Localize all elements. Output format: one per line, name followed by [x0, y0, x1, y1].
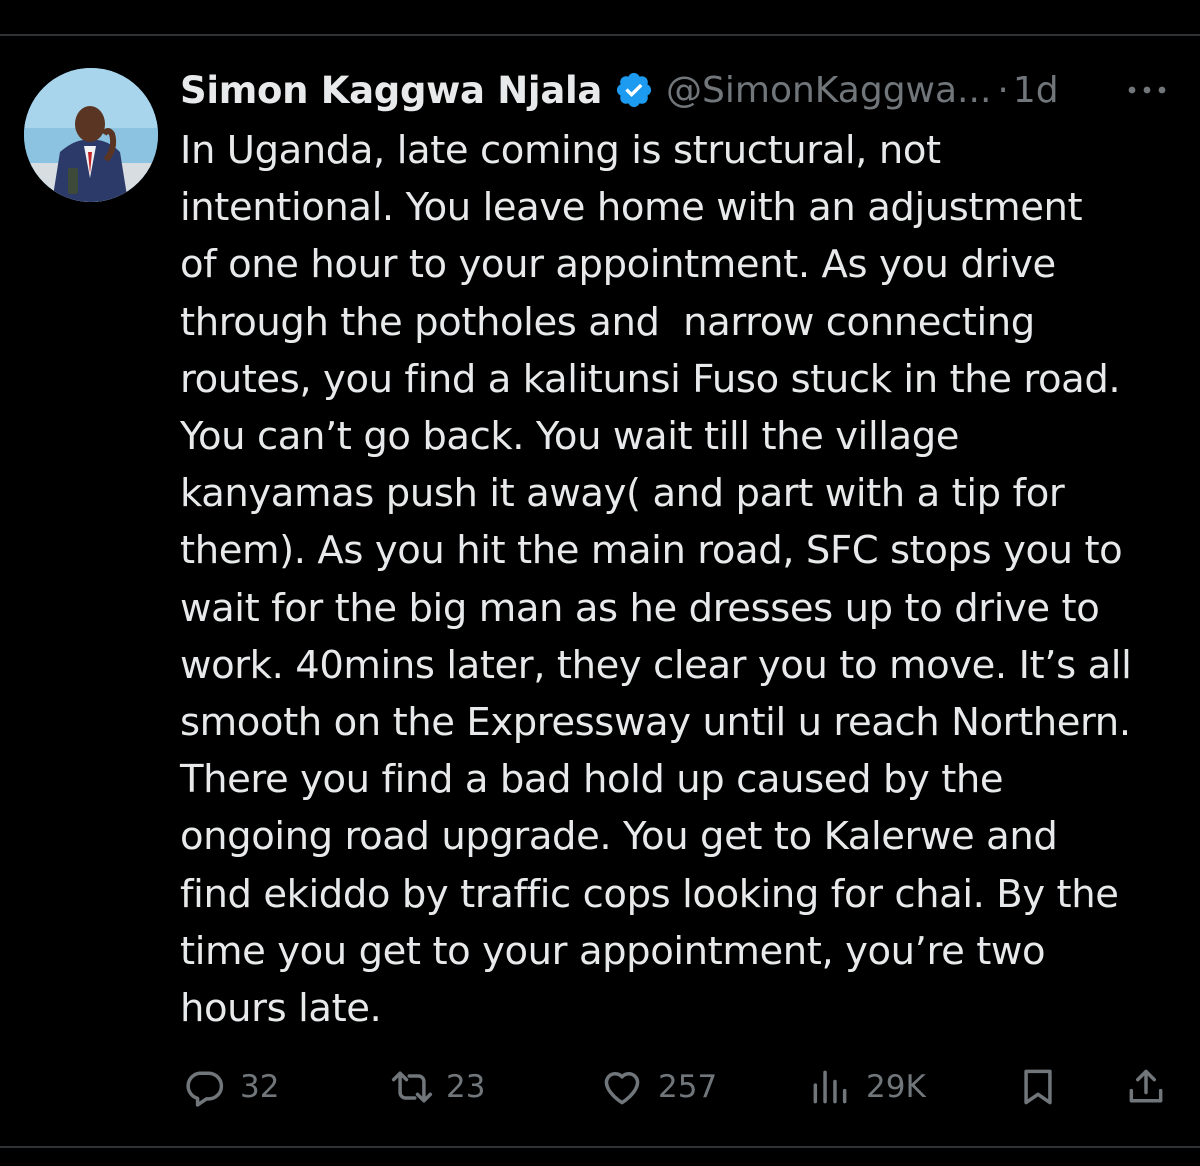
more-dots-icon[interactable]	[1122, 72, 1172, 108]
action-bar: 32 23 257 29K	[0, 1058, 1200, 1116]
reply-icon	[182, 1065, 226, 1109]
like-button[interactable]: 257	[600, 1058, 717, 1116]
verified-badge-icon	[614, 70, 654, 110]
repost-button[interactable]: 23	[388, 1058, 485, 1116]
like-count: 257	[658, 1069, 718, 1105]
top-divider	[0, 34, 1200, 36]
reply-count: 32	[240, 1069, 280, 1105]
views-button[interactable]: 29K	[808, 1058, 926, 1116]
separator-dot: ·	[997, 69, 1009, 111]
bookmark-icon	[1016, 1065, 1060, 1109]
tweet-header: Simon Kaggwa Njala @SimonKaggwa... · 1d	[180, 62, 1180, 118]
repost-count: 23	[446, 1069, 486, 1105]
author-handle[interactable]: @SimonKaggwa...	[666, 70, 991, 111]
repost-icon	[388, 1065, 436, 1109]
reply-button[interactable]: 32	[182, 1058, 279, 1116]
share-icon	[1124, 1065, 1168, 1109]
tweet-text: In Uganda, late coming is structural, no…	[180, 128, 1132, 1032]
views-count: 29K	[866, 1069, 926, 1105]
bookmark-button[interactable]	[1016, 1058, 1060, 1116]
views-icon	[808, 1065, 852, 1109]
author-name[interactable]: Simon Kaggwa Njala	[180, 69, 602, 112]
timestamp[interactable]: 1d	[1013, 70, 1059, 111]
heart-icon	[600, 1065, 644, 1109]
avatar[interactable]	[24, 68, 158, 202]
share-button[interactable]	[1124, 1058, 1168, 1116]
bottom-divider	[0, 1146, 1200, 1148]
